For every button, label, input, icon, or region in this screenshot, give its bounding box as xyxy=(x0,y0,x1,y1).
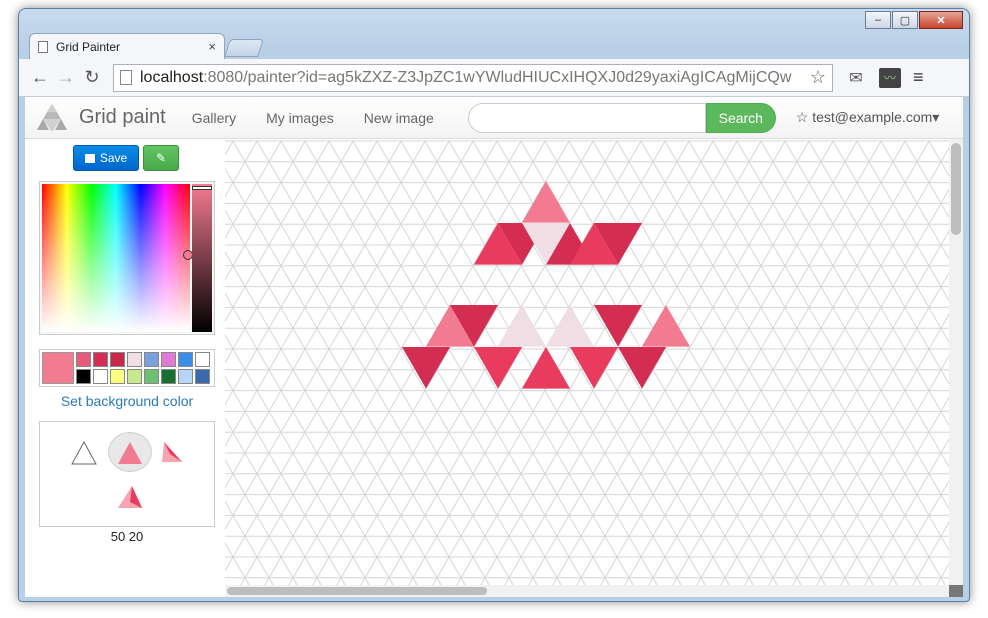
shade-slider[interactable] xyxy=(192,184,212,332)
chart-extension-icon[interactable]: 〰 xyxy=(879,67,901,88)
edit-icon: ✎ xyxy=(155,151,167,165)
horizontal-scroll-thumb[interactable] xyxy=(227,587,487,595)
nav-gallery[interactable]: Gallery xyxy=(192,110,236,126)
horizontal-scrollbar[interactable] xyxy=(225,585,963,597)
outline-triangle-tool-icon[interactable] xyxy=(70,440,98,466)
painted-triangle[interactable] xyxy=(402,347,450,389)
cursor-coordinates: 50 20 xyxy=(110,529,144,544)
search-form: Search xyxy=(467,102,776,133)
save-icon xyxy=(84,153,95,163)
palette-swatch[interactable] xyxy=(195,369,210,384)
page-icon xyxy=(120,70,132,85)
reload-icon[interactable]: ↻ xyxy=(79,65,105,91)
half-triangle-left-tool-icon[interactable] xyxy=(116,484,144,510)
palette-swatch[interactable] xyxy=(178,352,193,367)
painted-triangle[interactable] xyxy=(642,305,690,347)
painted-triangle[interactable] xyxy=(522,181,570,223)
address-bar[interactable]: localhost :8080/painter?id=ag5kZXZ-Z3JpZ… xyxy=(113,63,833,92)
paint-canvas-area[interactable] xyxy=(225,139,963,597)
color-palette xyxy=(39,349,215,387)
painted-triangle[interactable] xyxy=(498,305,546,347)
shade-slider-handle[interactable] xyxy=(192,186,212,190)
set-background-color-link[interactable]: Set background color xyxy=(39,393,215,409)
vertical-scroll-thumb[interactable] xyxy=(951,143,961,235)
nav-new-image[interactable]: New image xyxy=(364,110,434,126)
menu-icon[interactable]: ≡ xyxy=(913,67,924,88)
palette-swatch[interactable] xyxy=(127,352,142,367)
new-tab-button[interactable] xyxy=(224,39,264,57)
palette-swatch[interactable] xyxy=(161,352,176,367)
forward-icon[interactable]: → xyxy=(53,65,79,91)
palette-swatch[interactable] xyxy=(144,369,159,384)
painted-triangle[interactable] xyxy=(474,347,522,389)
painted-triangle[interactable] xyxy=(594,305,642,347)
palette-swatch[interactable] xyxy=(93,369,108,384)
painted-triangle[interactable] xyxy=(618,347,666,389)
triangle-grid-canvas[interactable] xyxy=(225,139,963,597)
palette-swatch[interactable] xyxy=(76,352,91,367)
tool-selector xyxy=(39,421,215,527)
tab-title: Grid Painter xyxy=(56,39,121,54)
browser-toolbar: ← → ↻ localhost :8080/painter?id=ag5kZXZ… xyxy=(19,59,969,97)
color-picker xyxy=(39,181,215,335)
palette-swatch[interactable] xyxy=(161,369,176,384)
palette-swatch[interactable] xyxy=(76,369,91,384)
palette-swatch[interactable] xyxy=(110,352,125,367)
browser-window: – ▢ ✕ Grid Painter × ← → ↻ localhost :80… xyxy=(18,8,970,602)
back-icon[interactable]: ← xyxy=(27,65,53,91)
painted-triangle[interactable] xyxy=(522,347,570,389)
saturation-value-field[interactable] xyxy=(42,184,190,332)
grid-paint-logo-icon[interactable] xyxy=(35,101,69,135)
vertical-scrollbar[interactable] xyxy=(949,139,963,585)
mail-extension-icon[interactable]: ✉ xyxy=(845,68,867,88)
bookmark-star-icon[interactable]: ☆ xyxy=(810,67,826,88)
palette-swatch[interactable] xyxy=(110,369,125,384)
current-color-swatch xyxy=(42,352,74,384)
edit-button[interactable]: ✎ xyxy=(143,145,179,171)
save-label: Save xyxy=(99,151,128,165)
palette-swatch[interactable] xyxy=(93,352,108,367)
palette-swatch[interactable] xyxy=(178,369,193,384)
minimize-button[interactable]: – xyxy=(865,11,891,29)
painted-shape xyxy=(402,181,690,389)
action-buttons: Save ✎ xyxy=(73,145,179,171)
close-window-button[interactable]: ✕ xyxy=(919,11,963,29)
palette-swatch[interactable] xyxy=(144,352,159,367)
nav-my-images[interactable]: My images xyxy=(266,110,334,126)
url-path: :8080/painter?id=ag5kZXZ-Z3JpZC1wYWludHI… xyxy=(203,68,792,86)
window-controls: – ▢ ✕ xyxy=(865,11,963,29)
brand-title[interactable]: Grid paint xyxy=(79,106,166,129)
scroll-corner xyxy=(949,585,963,597)
palette-swatch[interactable] xyxy=(127,369,142,384)
search-input[interactable] xyxy=(467,102,706,133)
url-host: localhost xyxy=(140,68,204,86)
half-triangle-right-tool-icon[interactable] xyxy=(160,440,186,466)
painted-triangle[interactable] xyxy=(570,347,618,389)
maximize-button[interactable]: ▢ xyxy=(892,11,918,29)
save-button[interactable]: Save xyxy=(73,145,139,171)
page-icon xyxy=(38,40,48,53)
tab-strip: Grid Painter × xyxy=(29,33,529,59)
tab-grid-painter[interactable]: Grid Painter × xyxy=(29,33,225,59)
fill-triangle-tool-icon[interactable] xyxy=(116,440,144,466)
site-navbar: Grid paint Gallery My images New image S… xyxy=(25,97,963,139)
palette-swatch[interactable] xyxy=(195,352,210,367)
search-button[interactable]: Search xyxy=(705,102,776,133)
user-menu[interactable]: ☆ test@example.com▾ xyxy=(796,109,940,126)
web-page: Grid paint Gallery My images New image S… xyxy=(25,97,963,597)
close-tab-icon[interactable]: × xyxy=(208,39,216,54)
painted-triangle[interactable] xyxy=(546,305,594,347)
tool-sidebar: Save ✎ Set background color 50 20 xyxy=(25,139,225,589)
